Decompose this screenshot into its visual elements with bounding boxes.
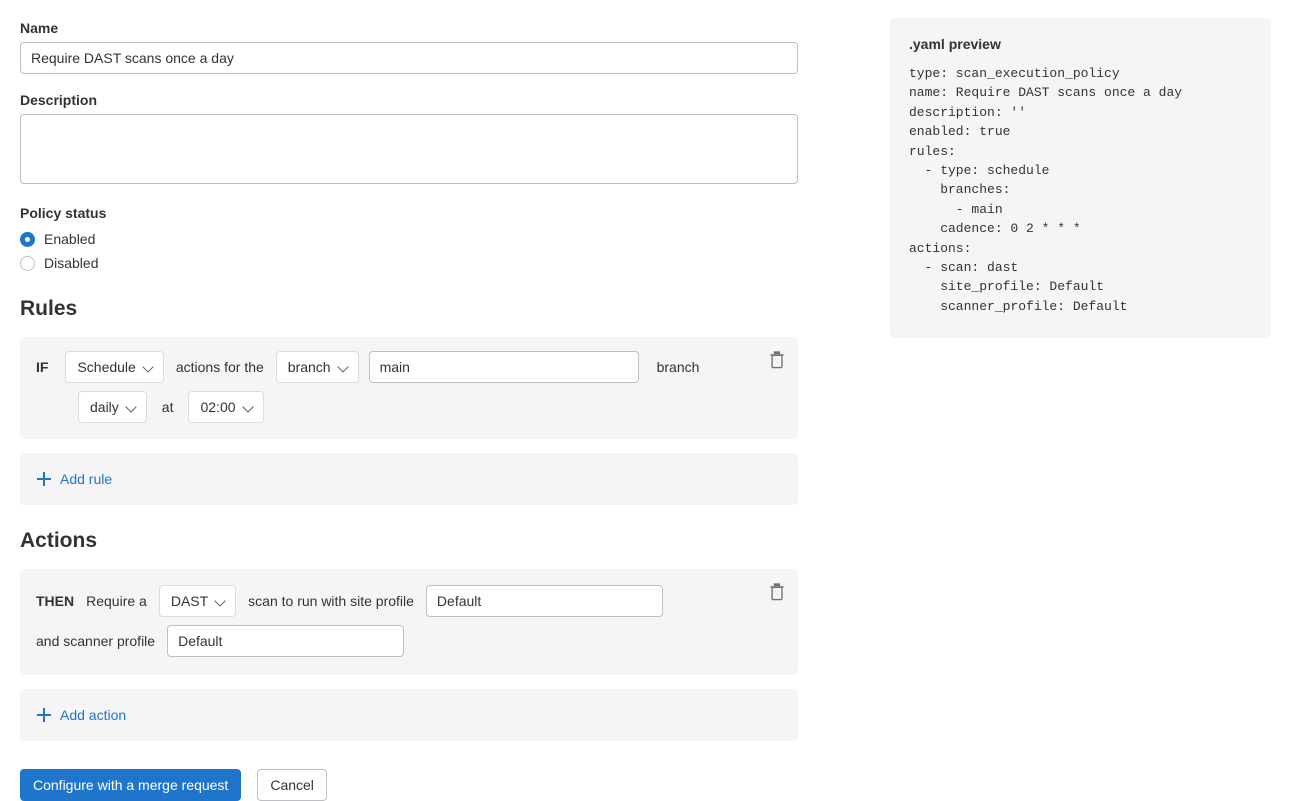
radio-enabled-indicator[interactable] <box>20 232 35 247</box>
name-label: Name <box>20 18 798 38</box>
action-row-scanner: and scanner profile <box>36 625 782 657</box>
rule-scope-select[interactable]: branch <box>276 351 359 383</box>
action-card: THEN Require a DAST scan to run with sit… <box>20 569 798 675</box>
form-footer: Configure with a merge request Cancel <box>20 769 798 801</box>
chevron-down-icon <box>243 401 255 413</box>
radio-disabled-label: Disabled <box>44 253 98 273</box>
rule-text-at: at <box>162 397 174 417</box>
radio-option-enabled[interactable]: Enabled <box>20 227 798 251</box>
rule-text-branch: branch <box>657 357 700 377</box>
delete-rule-button[interactable] <box>766 349 788 371</box>
chevron-down-icon <box>126 401 138 413</box>
description-textarea[interactable] <box>20 114 798 184</box>
action-scan-select[interactable]: DAST <box>159 585 236 617</box>
rule-time-select[interactable]: 02:00 <box>188 391 263 423</box>
rule-if-label: IF <box>36 357 48 377</box>
add-action-label: Add action <box>60 705 126 725</box>
policy-status-label: Policy status <box>20 203 798 223</box>
rule-scope-select-value: branch <box>288 352 331 382</box>
action-text-scan-to-run: scan to run with site profile <box>248 591 414 611</box>
yaml-preview-code: type: scan_execution_policy name: Requir… <box>909 64 1252 316</box>
rule-row-primary: IF Schedule actions for the branch branc… <box>36 351 782 383</box>
chevron-down-icon <box>215 595 227 607</box>
action-scan-select-value: DAST <box>171 586 208 616</box>
yaml-preview-panel: .yaml preview type: scan_execution_polic… <box>890 18 1271 338</box>
trash-icon <box>766 349 788 371</box>
description-field-group: Description <box>20 90 798 187</box>
rule-cadence-select[interactable]: daily <box>78 391 147 423</box>
name-input[interactable] <box>20 42 798 74</box>
chevron-down-icon <box>143 361 155 373</box>
add-action-button[interactable]: Add action <box>36 705 126 725</box>
rule-branch-input[interactable] <box>369 351 639 383</box>
actions-heading: Actions <box>20 527 798 555</box>
action-row-primary: THEN Require a DAST scan to run with sit… <box>36 585 782 617</box>
rule-row-cadence: daily at 02:00 <box>36 391 782 423</box>
rule-time-select-value: 02:00 <box>200 392 235 422</box>
radio-disabled-indicator[interactable] <box>20 256 35 271</box>
action-scanner-profile-input[interactable] <box>167 625 404 657</box>
rule-trigger-select-value: Schedule <box>77 352 135 382</box>
name-field-group: Name <box>20 18 798 74</box>
rule-trigger-select[interactable]: Schedule <box>65 351 163 383</box>
rule-text-actions-for-the: actions for the <box>176 357 264 377</box>
configure-merge-request-button[interactable]: Configure with a merge request <box>20 769 241 801</box>
yaml-preview-column: .yaml preview type: scan_execution_polic… <box>890 18 1271 338</box>
action-then-label: THEN <box>36 591 74 611</box>
delete-action-button[interactable] <box>766 581 788 603</box>
chevron-down-icon <box>338 361 350 373</box>
description-label: Description <box>20 90 798 110</box>
radio-option-disabled[interactable]: Disabled <box>20 251 798 275</box>
action-text-and-scanner-profile: and scanner profile <box>36 631 155 651</box>
plus-icon <box>36 707 52 723</box>
cancel-button[interactable]: Cancel <box>257 769 327 801</box>
policy-editor-page: Name Description Policy status Enabled D… <box>0 0 1289 789</box>
plus-icon <box>36 471 52 487</box>
yaml-preview-title: .yaml preview <box>909 34 1252 54</box>
action-site-profile-input[interactable] <box>426 585 663 617</box>
trash-icon <box>766 581 788 603</box>
add-rule-card[interactable]: Add rule <box>20 453 798 505</box>
rules-heading: Rules <box>20 295 798 323</box>
rule-cadence-select-value: daily <box>90 392 119 422</box>
policy-form: Name Description Policy status Enabled D… <box>20 18 798 801</box>
add-rule-label: Add rule <box>60 469 112 489</box>
policy-status-group: Policy status Enabled Disabled <box>20 203 798 275</box>
add-rule-button[interactable]: Add rule <box>36 469 112 489</box>
rule-card: IF Schedule actions for the branch branc… <box>20 337 798 439</box>
radio-enabled-label: Enabled <box>44 229 95 249</box>
add-action-card[interactable]: Add action <box>20 689 798 741</box>
action-text-require-a: Require a <box>86 591 147 611</box>
